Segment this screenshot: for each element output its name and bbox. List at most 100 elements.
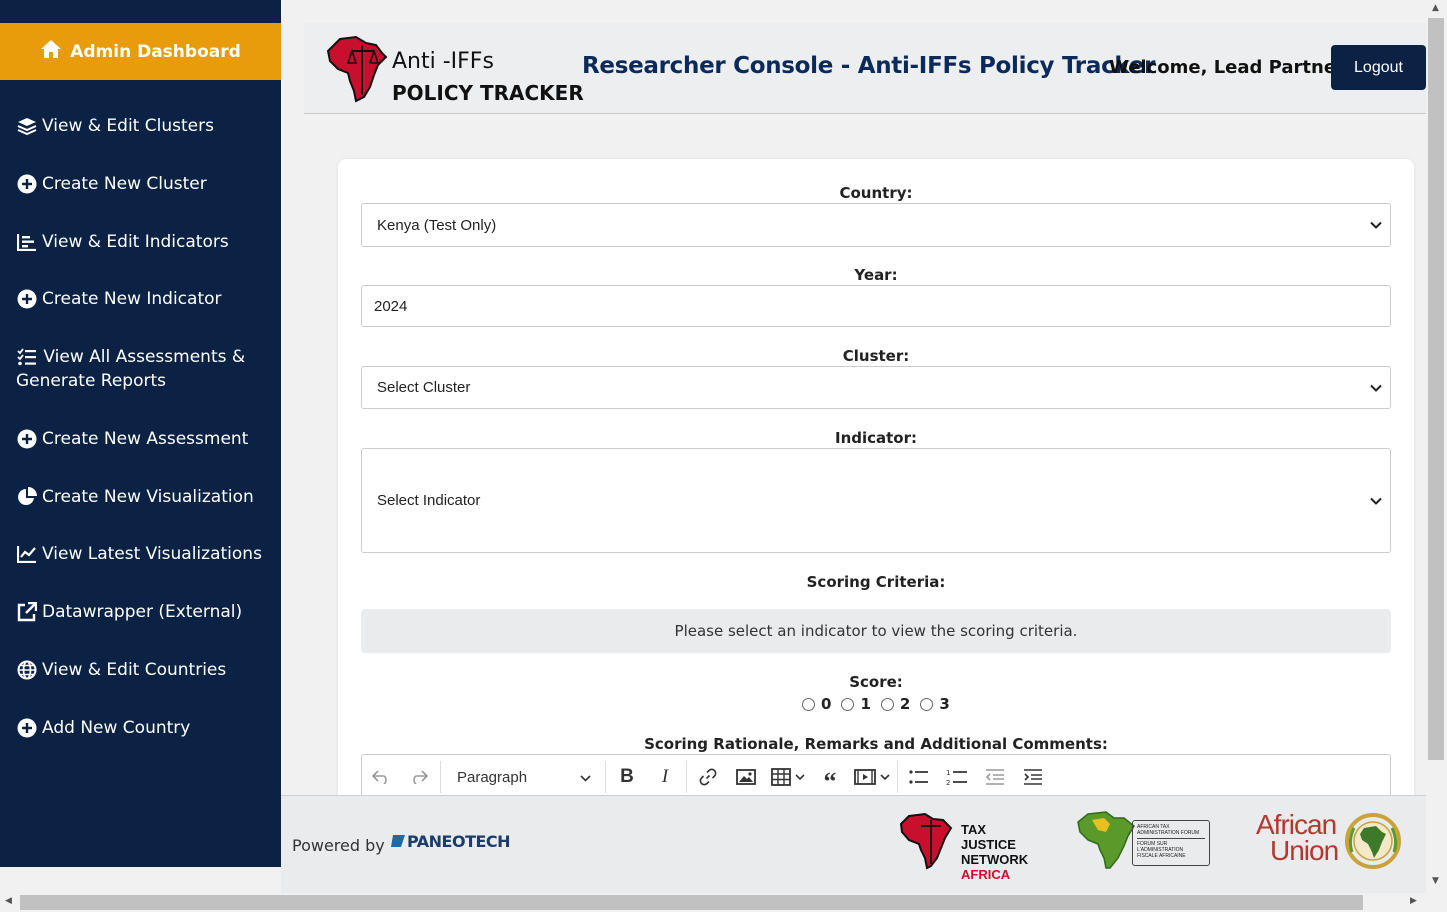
sidebar-item-view-assessments[interactable]: View All Assessments & Generate Reports bbox=[16, 345, 271, 393]
blockquote-icon[interactable]: “ bbox=[811, 755, 849, 799]
country-select[interactable]: Kenya (Test Only) bbox=[361, 203, 1391, 247]
score-option-3[interactable]: 3 bbox=[920, 695, 950, 713]
score-option-0[interactable]: 0 bbox=[802, 695, 831, 713]
paneotech-logo: PANEOTECH bbox=[391, 832, 511, 851]
page-footer: Powered by PANEOTECH TAX JUSTICE NETWORK… bbox=[281, 795, 1426, 893]
home-icon bbox=[40, 39, 62, 64]
score-radio-group: 0 1 2 3 bbox=[802, 695, 954, 713]
image-icon[interactable] bbox=[727, 755, 765, 799]
sidebar-item-label: View & Edit Indicators bbox=[42, 232, 229, 252]
sidebar-item-create-visualization[interactable]: Create New Visualization bbox=[16, 485, 271, 509]
link-icon[interactable] bbox=[689, 755, 727, 799]
scroll-right-arrow-icon[interactable]: ▶ bbox=[1410, 896, 1417, 906]
year-input[interactable]: 2024 bbox=[361, 285, 1391, 327]
sidebar: Admin Dashboard View & Edit Clusters Cre… bbox=[0, 0, 281, 867]
italic-icon[interactable]: I bbox=[646, 755, 684, 799]
plus-circle-icon bbox=[16, 427, 38, 451]
toolbar-divider bbox=[897, 761, 898, 793]
paragraph-format-dropdown[interactable]: Paragraph bbox=[443, 755, 603, 799]
radio-button[interactable] bbox=[880, 697, 894, 711]
paragraph-format-value: Paragraph bbox=[457, 768, 528, 786]
african-tax-administration-forum-logo: AFRICAN TAX ADMINISTRATION FORUM FORUM S… bbox=[1076, 808, 1211, 874]
globe-icon bbox=[16, 658, 38, 682]
year-label: Year: bbox=[854, 266, 898, 284]
indicator-label: Indicator: bbox=[834, 429, 918, 447]
sidebar-item-view-edit-indicators[interactable]: View & Edit Indicators bbox=[16, 230, 271, 254]
admin-dashboard-link[interactable]: Admin Dashboard bbox=[0, 23, 281, 80]
sidebar-item-label: Create New Indicator bbox=[42, 289, 222, 309]
plus-circle-icon bbox=[16, 287, 38, 311]
vertical-scroll-thumb[interactable] bbox=[1428, 18, 1444, 760]
table-icon[interactable] bbox=[765, 755, 811, 799]
bar-chart-icon bbox=[16, 230, 38, 254]
sidebar-item-label-line1: View All Assessments & bbox=[43, 347, 246, 367]
indent-icon[interactable] bbox=[1014, 755, 1052, 799]
toolbar-divider bbox=[605, 761, 606, 793]
logout-button[interactable]: Logout bbox=[1331, 45, 1426, 90]
sidebar-item-add-country[interactable]: Add New Country bbox=[16, 716, 271, 740]
sidebar-item-label: View Latest Visualizations bbox=[42, 544, 262, 564]
au-line2: Union bbox=[1270, 835, 1339, 866]
scroll-up-arrow-icon[interactable]: ▲ bbox=[1432, 3, 1439, 13]
admin-dashboard-label: Admin Dashboard bbox=[70, 41, 241, 62]
editor-toolbar: Paragraph B I “ 12 bbox=[362, 755, 1392, 799]
sidebar-item-create-indicator[interactable]: Create New Indicator bbox=[16, 287, 271, 311]
tjn-line2: NETWORK bbox=[961, 852, 1029, 867]
sidebar-item-latest-visualizations[interactable]: View Latest Visualizations bbox=[16, 542, 271, 566]
undo-icon[interactable] bbox=[362, 755, 400, 799]
country-label: Country: bbox=[839, 184, 913, 202]
page-header: Anti -IFFs POLICY TRACKER Researcher Con… bbox=[304, 23, 1426, 114]
sidebar-item-datawrapper[interactable]: Datawrapper (External) bbox=[16, 600, 271, 624]
sidebar-item-label: Add New Country bbox=[42, 718, 191, 738]
sidebar-item-create-assessment[interactable]: Create New Assessment bbox=[16, 427, 271, 451]
numbered-list-icon[interactable]: 12 bbox=[938, 755, 976, 799]
sidebar-item-label: View & Edit Countries bbox=[42, 660, 227, 680]
tax-justice-network-africa-logo: TAX JUSTICE NETWORK AFRICA bbox=[899, 812, 1034, 882]
sidebar-item-create-cluster[interactable]: Create New Cluster bbox=[16, 172, 271, 196]
bulleted-list-icon[interactable] bbox=[900, 755, 938, 799]
vertical-scrollbar[interactable]: ▲ ▼ bbox=[1426, 0, 1447, 893]
indicator-select[interactable]: Select Indicator bbox=[361, 448, 1391, 553]
svg-text:2: 2 bbox=[946, 779, 950, 786]
pie-chart-icon bbox=[16, 485, 38, 509]
radio-button[interactable] bbox=[920, 697, 934, 711]
scroll-down-arrow-icon[interactable]: ▼ bbox=[1432, 876, 1439, 886]
chevron-down-icon bbox=[580, 769, 591, 786]
sidebar-item-label: Create New Assessment bbox=[42, 429, 249, 449]
tjn-line3: AFRICA bbox=[961, 867, 1011, 882]
sidebar-item-label-line2: Generate Reports bbox=[16, 371, 167, 391]
external-link-icon bbox=[16, 600, 38, 624]
sidebar-item-view-edit-clusters[interactable]: View & Edit Clusters bbox=[16, 114, 271, 138]
toolbar-divider bbox=[686, 761, 687, 793]
score-option-label: 1 bbox=[860, 695, 871, 713]
sidebar-item-label: View & Edit Clusters bbox=[42, 116, 214, 136]
radio-button[interactable] bbox=[802, 697, 815, 711]
list-check-icon bbox=[16, 345, 38, 369]
media-embed-icon[interactable] bbox=[849, 755, 895, 799]
chevron-down-icon bbox=[1370, 492, 1382, 509]
horizontal-scroll-thumb[interactable] bbox=[20, 895, 1363, 910]
score-option-2[interactable]: 2 bbox=[880, 695, 911, 713]
outdent-icon[interactable] bbox=[976, 755, 1014, 799]
chevron-down-icon bbox=[1370, 379, 1382, 396]
plus-circle-icon bbox=[16, 716, 38, 740]
rationale-label: Scoring Rationale, Remarks and Additiona… bbox=[644, 735, 1108, 753]
scoring-criteria-box: Please select an indicator to view the s… bbox=[361, 609, 1391, 653]
bold-icon[interactable]: B bbox=[608, 755, 646, 799]
layers-icon bbox=[16, 114, 38, 138]
logo-text-line1: Anti -IFFs bbox=[392, 49, 494, 74]
cluster-select[interactable]: Select Cluster bbox=[361, 366, 1391, 409]
africa-map-logo-icon bbox=[326, 35, 388, 103]
scoring-criteria-label: Scoring Criteria: bbox=[806, 573, 946, 591]
score-option-1[interactable]: 1 bbox=[841, 695, 871, 713]
welcome-message: Welcome, Lead Partner! bbox=[1109, 57, 1354, 78]
sidebar-item-view-edit-countries[interactable]: View & Edit Countries bbox=[16, 658, 271, 682]
year-input-value: 2024 bbox=[374, 297, 408, 315]
score-option-label: 2 bbox=[899, 695, 911, 713]
radio-button[interactable] bbox=[841, 697, 855, 711]
horizontal-scrollbar[interactable]: ◀ ▶ bbox=[0, 893, 1447, 912]
scroll-left-arrow-icon[interactable]: ◀ bbox=[5, 896, 12, 906]
redo-icon[interactable] bbox=[400, 755, 438, 799]
anti-iffs-logo: Anti -IFFs POLICY TRACKER bbox=[326, 35, 584, 105]
logo-text-line2: POLICY TRACKER bbox=[392, 81, 584, 105]
